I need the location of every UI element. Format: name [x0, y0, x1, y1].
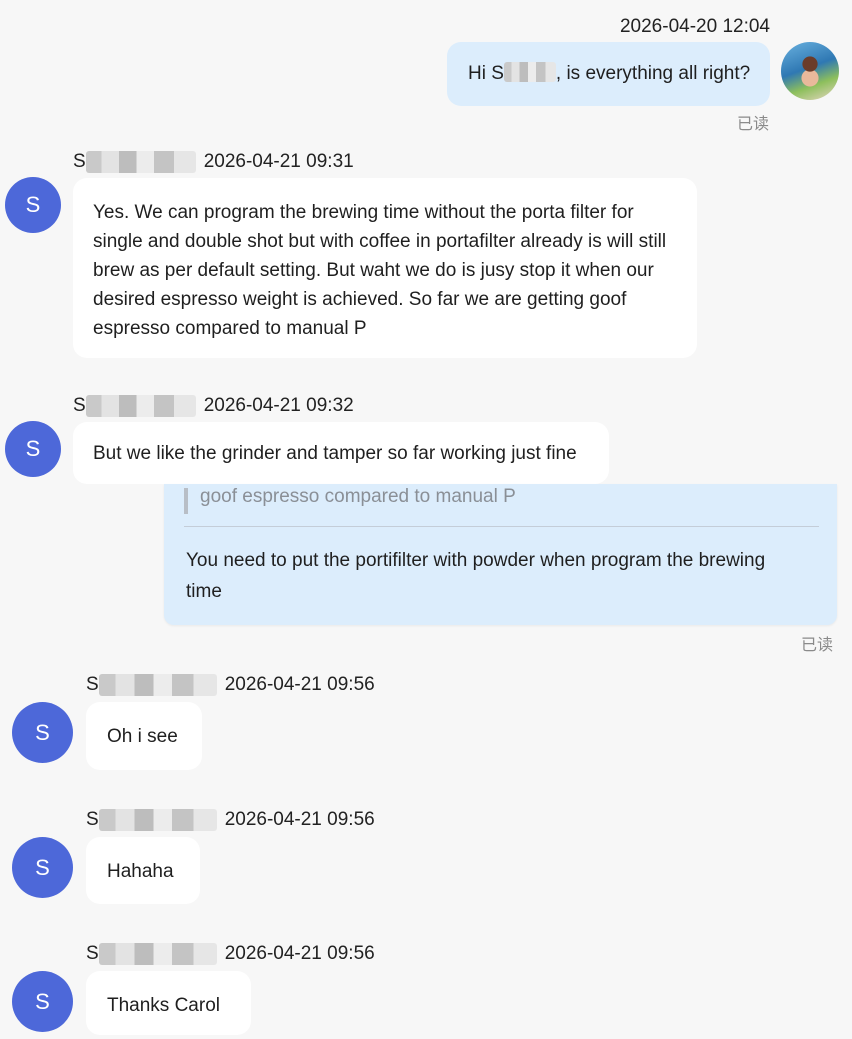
read-status: 已读 — [737, 116, 770, 133]
sender-avatar[interactable]: S — [5, 177, 61, 233]
sender-header: S 2026-04-21 09:56 — [86, 674, 375, 696]
redacted-name — [85, 395, 196, 417]
message-text: Thanks Carol — [107, 995, 220, 1016]
sender-avatar[interactable]: S — [5, 421, 61, 477]
sender-avatar[interactable]: S — [12, 971, 73, 1032]
sender-name: S — [86, 674, 99, 695]
message-timestamp: 2026-04-21 09:31 — [203, 151, 354, 172]
redacted-name — [98, 943, 217, 965]
avatar-initial: S — [35, 854, 50, 880]
message-text: Hahaha — [107, 861, 174, 882]
sender-avatar[interactable]: S — [12, 837, 73, 898]
sender-name: S — [86, 943, 99, 964]
redacted-name — [98, 674, 217, 696]
my-message-bubble[interactable]: Hi S , is everything all right? — [447, 42, 770, 106]
avatar-initial: S — [25, 436, 41, 461]
message-text: Oh i see — [107, 726, 178, 747]
sender-avatar[interactable]: S — [12, 702, 73, 763]
message-text: , is everything all right? — [555, 63, 751, 84]
message-timestamp: 2026-04-21 09:56 — [224, 809, 375, 830]
my-avatar[interactable] — [781, 42, 839, 100]
quote-bar — [184, 488, 188, 514]
message-timestamp: 2026-04-21 09:32 — [203, 395, 354, 416]
sender-name: S — [73, 151, 86, 172]
message-timestamp: 2026-04-20 12:04 — [619, 16, 770, 37]
sender-header: S 2026-04-21 09:32 — [73, 395, 354, 417]
message-text: Yes. We can program the brewing time wit… — [93, 202, 667, 339]
sender-header: S 2026-04-21 09:31 — [73, 151, 354, 173]
redacted-name — [85, 151, 196, 173]
message-text: But we like the grinder and tamper so fa… — [93, 443, 577, 464]
redacted-name — [503, 62, 556, 82]
their-message-bubble[interactable]: Thanks Carol — [86, 971, 251, 1035]
sender-name: S — [73, 395, 86, 416]
avatar-initial: S — [25, 192, 41, 217]
sender-header: S 2026-04-21 09:56 — [86, 943, 375, 965]
my-reply-bubble[interactable]: goof espresso compared to manual P You n… — [164, 484, 837, 625]
message-text: Hi S — [468, 63, 504, 84]
quoted-text: goof espresso compared to manual P — [200, 486, 516, 507]
avatar-initial: S — [35, 988, 50, 1014]
their-message-bubble[interactable]: Oh i see — [86, 702, 202, 770]
read-status: 已读 — [801, 637, 834, 654]
their-message-bubble[interactable]: Yes. We can program the brewing time wit… — [73, 178, 697, 358]
message-timestamp: 2026-04-21 09:56 — [224, 943, 375, 964]
their-message-bubble[interactable]: But we like the grinder and tamper so fa… — [73, 422, 609, 484]
their-message-bubble[interactable]: Hahaha — [86, 837, 200, 904]
quote-divider — [184, 526, 819, 527]
message-text: You need to put the portifilter with pow… — [186, 550, 766, 602]
avatar-initial: S — [35, 719, 50, 745]
sender-name: S — [86, 809, 99, 830]
redacted-name — [98, 809, 217, 831]
message-timestamp: 2026-04-21 09:56 — [224, 674, 375, 695]
sender-header: S 2026-04-21 09:56 — [86, 809, 375, 831]
